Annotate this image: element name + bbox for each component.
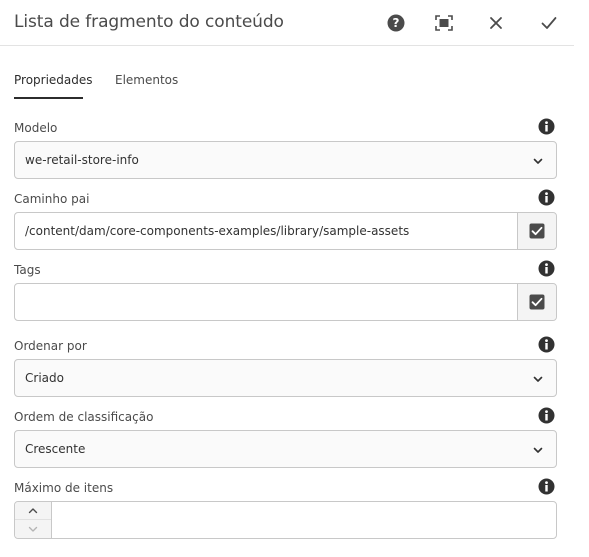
info-icon[interactable] xyxy=(538,189,555,206)
fullscreen-button[interactable] xyxy=(432,11,456,35)
modelo-value: we-retail-store-info xyxy=(25,153,139,167)
tags-label: Tags xyxy=(14,263,41,277)
close-icon xyxy=(490,17,502,29)
help-button[interactable]: ? xyxy=(384,11,408,35)
ordem-classificacao-value: Crescente xyxy=(25,442,86,456)
ordem-classificacao-select[interactable]: Crescente xyxy=(14,430,557,468)
chevron-down-icon xyxy=(533,447,543,453)
tab-selected-indicator xyxy=(14,97,83,99)
increment-button[interactable] xyxy=(15,502,51,520)
select-checkbox-icon xyxy=(529,294,545,310)
chevron-down-icon xyxy=(533,376,543,382)
chevron-down-icon xyxy=(28,526,38,532)
tab-propriedades[interactable]: Propriedades xyxy=(14,73,93,87)
help-circle-icon: ? xyxy=(387,14,405,32)
caminho-pai-input[interactable] xyxy=(15,213,518,249)
close-button[interactable] xyxy=(484,11,508,35)
caminho-pai-picker-button[interactable] xyxy=(517,213,556,249)
stepper-buttons xyxy=(15,502,52,538)
modelo-select[interactable]: we-retail-store-info xyxy=(14,141,557,179)
decrement-button[interactable] xyxy=(15,520,51,538)
select-checkbox-icon xyxy=(529,223,545,239)
info-icon[interactable] xyxy=(538,118,555,135)
ordenar-por-label: Ordenar por xyxy=(14,339,87,353)
tags-field xyxy=(14,283,557,321)
ordem-classificacao-label: Ordem de classificação xyxy=(14,410,154,424)
fullscreen-icon xyxy=(435,15,453,31)
ordenar-por-select[interactable]: Criado xyxy=(14,359,557,397)
info-icon[interactable] xyxy=(538,336,555,353)
info-icon[interactable] xyxy=(538,260,555,277)
maximo-itens-stepper xyxy=(14,501,557,539)
dialog-header: Lista de fragmento do conteúdo ? xyxy=(0,0,574,46)
chevron-up-icon xyxy=(28,507,38,513)
info-icon[interactable] xyxy=(538,407,555,424)
tags-picker-button[interactable] xyxy=(517,284,556,320)
caminho-pai-field xyxy=(14,212,557,250)
maximo-itens-input[interactable] xyxy=(53,502,556,538)
info-icon[interactable] xyxy=(538,478,555,495)
maximo-itens-label: Máximo de itens xyxy=(14,481,114,495)
ordenar-por-value: Criado xyxy=(25,371,64,385)
dialog-title: Lista de fragmento do conteúdo xyxy=(14,12,284,32)
tab-elementos[interactable]: Elementos xyxy=(115,73,178,87)
svg-text:?: ? xyxy=(393,16,400,30)
chevron-down-icon xyxy=(533,158,543,164)
done-button[interactable] xyxy=(537,11,561,35)
caminho-pai-label: Caminho pai xyxy=(14,192,90,206)
checkmark-icon xyxy=(541,17,557,29)
modelo-label: Modelo xyxy=(14,121,58,135)
tags-input[interactable] xyxy=(15,284,518,320)
